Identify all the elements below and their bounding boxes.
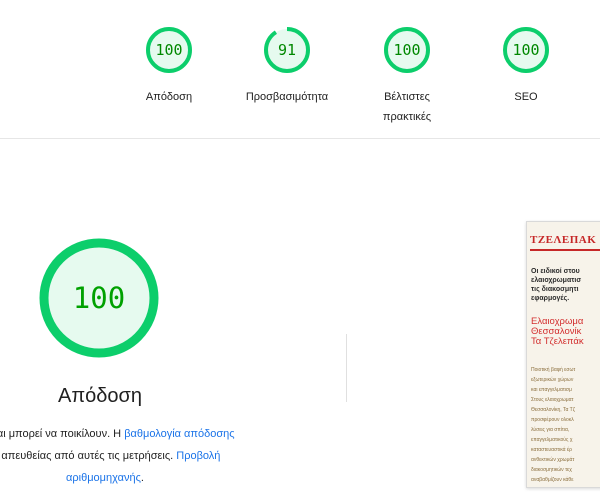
gauge-label: SEO [514,91,538,103]
gauge-label: Απόδοση [145,91,193,103]
gauge-score: 100 [393,41,420,59]
gauge-accessibility[interactable]: 91 Προσβασιμότητα [227,25,347,107]
gauge-ring-icon: 91 [264,27,310,73]
category-scores-row: 100 Απόδοση 91 Προσβασιμότητα 100 Βέλτισ… [0,0,600,139]
thumb-headline: Οι ειδικοί στου ελαιοχρωματισ τις διακοσ… [531,268,582,302]
gauge-seo[interactable]: 100 SEO [466,25,586,107]
vertical-divider [346,334,347,402]
gauge-ring-icon: 100 [39,238,159,358]
site-logo: ΤΖΕΛΕΠΑΚ [530,234,597,246]
calculator-link[interactable]: Προβολή [176,450,220,462]
gauge-score: 91 [278,41,296,59]
gauge-ring-icon: 100 [146,27,192,73]
calculator-link-cont[interactable]: αριθμομηχανής [66,472,141,484]
performance-gauge: 100 [37,236,161,365]
performance-score-link[interactable]: βαθμολογία απόδοσης [124,428,234,440]
gauge-best-practices[interactable]: 100 Βέλτιστες πρακτικές [347,25,467,127]
thumb-red-heading: Ελαιοχρωμα Θεσσαλονίκ Τα Τζελεπάκ [531,316,584,347]
page-screenshot-thumbnail[interactable]: ΤΖΕΛΕΠΑΚ Οι ειδικοί στου ελαιοχρωματισ τ… [526,221,600,488]
gauge-label: Προσβασιμότητα [245,91,329,103]
performance-title: Απόδοση [58,385,142,407]
logo-underline [530,249,600,251]
gauge-performance[interactable]: 100 Απόδοση [109,25,229,107]
gauge-ring-icon: 100 [503,27,549,73]
gauge-ring-icon: 100 [384,27,430,73]
performance-description: ται και μπορεί να ποικίλουν. Η βαθμολογί… [0,428,235,484]
performance-score: 100 [73,281,125,315]
gauge-score: 100 [155,41,182,59]
gauge-score: 100 [512,41,539,59]
gauge-label: Βέλτιστες πρακτικές [382,91,432,123]
thumb-body-text: Ποιοτική βαφή εσωτ εξωτερικών χώρων και … [531,367,576,483]
